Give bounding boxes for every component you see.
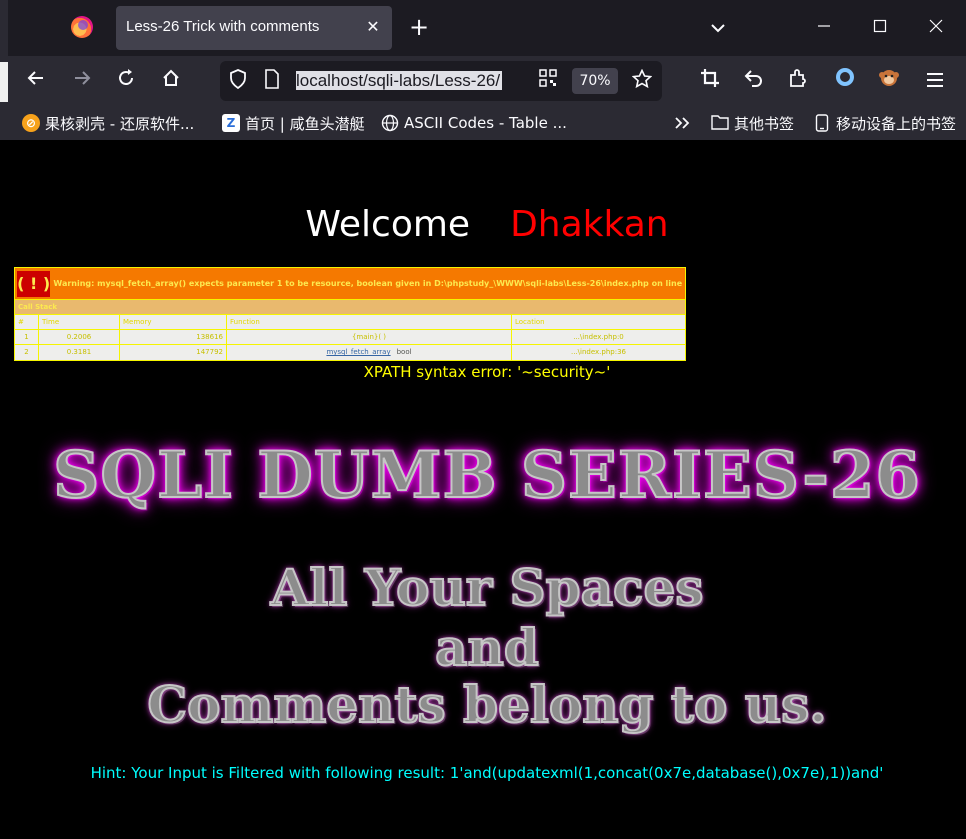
- col-header: Memory: [120, 315, 227, 329]
- close-tab-icon[interactable]: ✕: [361, 15, 385, 39]
- back-icon[interactable]: [20, 65, 52, 97]
- guohe-favicon-icon: ⊘: [22, 114, 40, 132]
- reload-icon[interactable]: [110, 65, 142, 97]
- tab-bar: Less-26 Trick with comments ✕ +: [0, 0, 966, 56]
- shield-icon[interactable]: [226, 69, 250, 93]
- url-text[interactable]: localhost/sqli-labs/Less-26/: [296, 68, 528, 94]
- cell-time: 0.2006: [39, 330, 120, 344]
- col-header: Time: [39, 315, 120, 329]
- banner-line-2: and: [434, 617, 540, 678]
- bookmark-item-guohe[interactable]: ⊘ 果核剥壳 - 还原软件...: [22, 112, 194, 134]
- function-doc-link[interactable]: mysql_fetch_array: [326, 348, 390, 356]
- banner-line-3: Comments belong to us.: [146, 674, 827, 735]
- bookmark-star-icon[interactable]: [630, 68, 654, 93]
- bookmark-label: ASCII Codes - Table ...: [404, 114, 567, 132]
- folder-icon: [711, 114, 729, 132]
- mobile-device-icon: [813, 114, 831, 132]
- php-warning-table: ( ! ) Warning: mysql_fetch_array() expec…: [14, 267, 686, 361]
- function-arg: bool: [396, 348, 412, 356]
- globe-icon: [381, 114, 399, 132]
- other-bookmarks-label: 其他书签: [734, 114, 795, 133]
- maximize-icon[interactable]: [866, 14, 894, 42]
- col-header: Function: [227, 315, 512, 329]
- xpath-error-message: XPATH syntax error: '~security~': [363, 363, 611, 381]
- navigation-toolbar: localhost/sqli-labs/Less-26/ 70%: [0, 56, 966, 106]
- url-bar[interactable]: localhost/sqli-labs/Less-26/ 70%: [220, 61, 662, 101]
- more-bookmarks-chevron-icon[interactable]: [674, 112, 692, 134]
- xpath-error-text: XPATH syntax error: '~security~': [8, 363, 966, 381]
- cell-function: {main}( ): [227, 330, 512, 344]
- firefox-icon[interactable]: [71, 16, 93, 38]
- account-icon[interactable]: [829, 65, 861, 97]
- call-stack-row: 1 0.2006 138616 {main}( ) ...\index.php:…: [15, 330, 685, 345]
- warning-message: Warning: mysql_fetch_array() expects par…: [53, 279, 685, 288]
- cell-location: ...\index.php:36: [512, 345, 685, 360]
- z-favicon-icon: Z: [222, 114, 240, 132]
- call-stack-label: Call Stack: [15, 300, 685, 315]
- forward-icon[interactable]: [66, 65, 98, 97]
- welcome-word: Welcome: [305, 204, 471, 245]
- cell-memory: 138616: [120, 330, 227, 344]
- new-tab-button[interactable]: +: [405, 14, 433, 42]
- window-edge: [0, 0, 8, 56]
- minimize-icon[interactable]: [810, 14, 838, 42]
- bookmark-label: 果核剥壳 - 还原软件...: [45, 114, 195, 133]
- banner-title: SQLI DUMB SERIES-26: [52, 437, 921, 514]
- warning-icon: ( ! ): [17, 270, 51, 297]
- tab-active[interactable]: Less-26 Trick with comments ✕: [116, 6, 392, 50]
- hint-text: Hint: Your Input is Filtered with follow…: [90, 764, 884, 782]
- bookmark-item-ascii[interactable]: ASCII Codes - Table ...: [381, 112, 567, 134]
- screenshot-crop-icon[interactable]: [694, 65, 726, 97]
- bookmark-label: 首页 | 咸鱼头潜艇: [245, 114, 365, 133]
- call-stack-row: 2 0.3181 147792 mysql_fetch_array bool ..…: [15, 345, 685, 360]
- page-content: Welcome Dhakkan ( ! ) Warning: mysql_fetc…: [8, 140, 966, 839]
- col-header: #: [15, 315, 39, 329]
- welcome-name: Dhakkan: [510, 204, 669, 245]
- cell-num: 2: [15, 345, 39, 360]
- window-edge-strip: [0, 62, 8, 102]
- monkey-extension-icon[interactable]: [873, 65, 905, 97]
- banner-line-1: All Your Spaces: [270, 557, 705, 618]
- welcome-heading: Welcome Dhakkan: [8, 204, 966, 245]
- warning-header: ( ! ) Warning: mysql_fetch_array() expec…: [15, 268, 685, 300]
- mobile-bookmarks-folder[interactable]: 移动设备上的书签: [813, 112, 956, 134]
- home-icon[interactable]: [155, 65, 187, 97]
- cell-memory: 147792: [120, 345, 227, 360]
- page-icon[interactable]: [260, 69, 284, 93]
- zoom-level-button[interactable]: 70%: [572, 68, 618, 94]
- extensions-icon[interactable]: [782, 65, 814, 97]
- url-value: localhost/sqli-labs/Less-26/: [296, 71, 503, 90]
- call-stack-header-row: # Time Memory Function Location: [15, 315, 685, 330]
- list-tabs-chevron-icon[interactable]: [704, 14, 732, 42]
- close-window-icon[interactable]: [922, 14, 950, 42]
- qr-code-icon[interactable]: [536, 69, 560, 93]
- undo-icon[interactable]: [738, 65, 770, 97]
- mobile-bookmarks-label: 移动设备上的书签: [836, 114, 957, 133]
- cell-function: mysql_fetch_array bool: [227, 345, 512, 360]
- other-bookmarks-folder[interactable]: 其他书签: [711, 112, 794, 134]
- bookmarks-toolbar: ⊘ 果核剥壳 - 还原软件... Z 首页 | 咸鱼头潜艇 ASCII Code…: [0, 106, 966, 140]
- col-header: Location: [512, 315, 685, 329]
- cell-time: 0.3181: [39, 345, 120, 360]
- cell-location: ...\index.php:0: [512, 330, 685, 344]
- tab-title: Less-26 Trick with comments: [126, 18, 320, 35]
- cell-num: 1: [15, 330, 39, 344]
- menu-icon[interactable]: [919, 65, 951, 97]
- bookmark-item-xianyu[interactable]: Z 首页 | 咸鱼头潜艇: [222, 112, 365, 134]
